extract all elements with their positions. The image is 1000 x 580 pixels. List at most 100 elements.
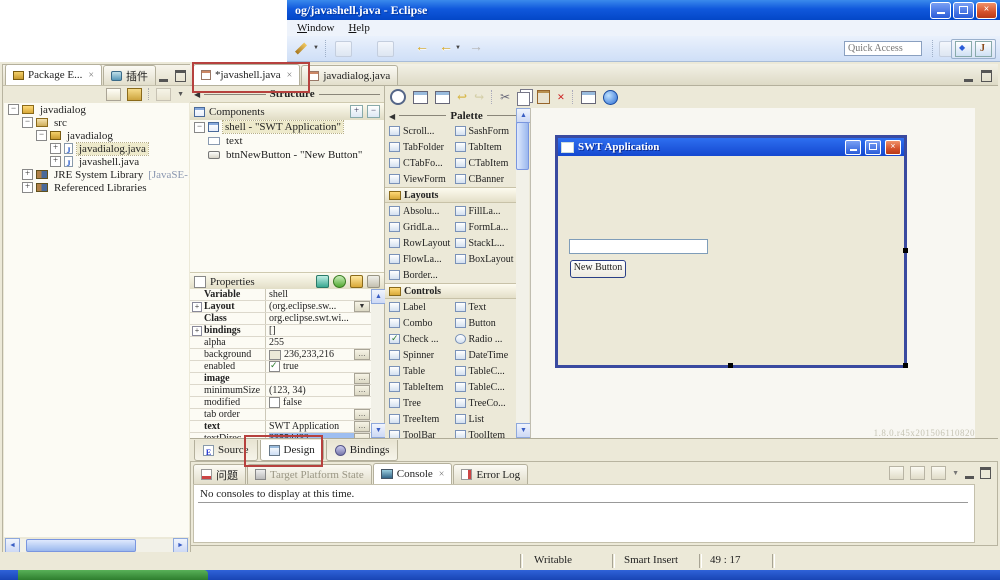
property-row[interactable]: enabled true <box>190 361 371 373</box>
tab-package-explorer[interactable]: Package E... × <box>5 64 102 85</box>
scroll-down-icon[interactable]: ▼ <box>371 423 386 438</box>
palette-item[interactable]: Radio ... <box>451 334 517 345</box>
swt-shell-preview[interactable]: SWT Application × New Button <box>555 135 907 368</box>
collapse-all-icon[interactable] <box>106 88 121 101</box>
palette-item[interactable]: TreeItem <box>385 414 451 425</box>
component-item[interactable]: btnNewButton - "New Button" <box>190 148 384 162</box>
swt-perspective-icon[interactable] <box>955 41 972 57</box>
value-editor-button[interactable]: … <box>354 385 370 396</box>
close-window-icon[interactable]: × <box>976 2 997 19</box>
close-view-icon[interactable]: × <box>88 70 94 81</box>
property-value-cell[interactable]: … <box>266 373 371 384</box>
java-perspective-icon[interactable] <box>975 41 992 57</box>
console-view-tab[interactable]: Error Log <box>453 464 528 484</box>
editor-page-tab[interactable]: Source <box>194 440 258 461</box>
horizontal-scrollbar[interactable]: ◄ ► <box>5 539 188 552</box>
property-row[interactable]: background 236,233,216 … <box>190 349 371 361</box>
text-widget[interactable] <box>569 239 708 254</box>
palette-item[interactable]: Check ... <box>385 334 451 345</box>
palette-item[interactable]: BoxLayout <box>451 254 517 265</box>
property-expander-icon[interactable]: + <box>192 302 202 312</box>
property-value-cell[interactable]: true <box>266 361 371 372</box>
scroll-up-icon[interactable]: ▲ <box>516 108 531 123</box>
palette-item[interactable]: Controls <box>385 283 516 299</box>
palette-item[interactable]: ToolBar <box>385 430 451 439</box>
resize-handle-corner[interactable] <box>903 363 908 368</box>
palette-item[interactable]: TableItem <box>385 382 451 393</box>
palette-item[interactable]: Button <box>451 318 517 329</box>
view-menu-icon[interactable]: ▼ <box>177 90 184 98</box>
preview-window-icon[interactable] <box>435 91 450 104</box>
palette-scrollbar[interactable]: ▲ ▼ <box>516 108 529 438</box>
test-window-icon[interactable] <box>413 91 428 104</box>
value-editor-button[interactable]: ▼ <box>354 301 370 312</box>
copy-icon[interactable] <box>517 92 530 106</box>
shell-minimize-icon[interactable] <box>845 140 861 155</box>
maximize-view-icon[interactable] <box>175 70 186 82</box>
palette-item[interactable]: GridLa... <box>385 222 451 233</box>
close-editor-icon[interactable]: × <box>287 70 293 81</box>
delete-icon[interactable]: × <box>557 89 564 105</box>
resize-handle-bottom[interactable] <box>728 363 733 368</box>
property-row[interactable]: Class org.eclipse.swt.wi... <box>190 313 371 325</box>
tree-expander-icon[interactable]: + <box>22 182 33 193</box>
palette-item[interactable]: CTabItem <box>451 158 517 169</box>
property-value-cell[interactable]: (123, 34) … <box>266 385 371 396</box>
menu-window[interactable]: Window <box>297 22 334 34</box>
palette-item[interactable]: Tree <box>385 398 451 409</box>
taskbar-button[interactable] <box>18 570 208 580</box>
palette-item[interactable]: FillLa... <box>451 206 517 217</box>
show-advanced-properties-icon[interactable] <box>367 275 380 288</box>
palette-item[interactable]: CBanner <box>451 174 517 185</box>
tree-item[interactable]: − src <box>4 116 189 129</box>
convert-icon[interactable] <box>350 275 363 288</box>
properties-scrollbar[interactable]: ▲ ▼ <box>371 289 384 438</box>
new-button-widget[interactable]: New Button <box>570 260 626 278</box>
scroll-down-icon[interactable]: ▼ <box>516 423 531 438</box>
property-value-cell[interactable]: 236,233,216 … <box>266 349 371 360</box>
cut-icon[interactable]: ✂ <box>500 90 510 105</box>
undo-icon[interactable]: ↩ <box>457 90 467 105</box>
tree-item[interactable]: + JRE System Library [JavaSE-1. <box>4 168 189 181</box>
property-value-cell[interactable]: … <box>266 409 371 420</box>
value-editor-button[interactable]: … <box>354 373 370 384</box>
run-tool-icon[interactable] <box>295 42 307 54</box>
console-view-tab[interactable]: Target Platform State <box>247 464 372 484</box>
value-editor-button[interactable]: … <box>354 421 370 432</box>
externalize-strings-icon[interactable] <box>581 91 596 104</box>
tree-item[interactable]: − javadialog <box>4 103 189 116</box>
property-expander-icon[interactable]: + <box>192 326 202 336</box>
windows-taskbar[interactable] <box>0 570 1000 580</box>
palette-item[interactable]: TableC... <box>451 366 517 377</box>
palette-item[interactable]: Spinner <box>385 350 451 361</box>
tree-item[interactable]: − javadialog <box>4 129 189 142</box>
minimize-editor-icon[interactable] <box>964 70 973 82</box>
palette-item[interactable]: CTabFo... <box>385 158 451 169</box>
tree-expander-icon[interactable]: + <box>50 156 61 167</box>
link-with-editor-icon[interactable] <box>127 88 142 101</box>
close-view-icon[interactable]: × <box>439 469 445 480</box>
property-row[interactable]: Variable shell <box>190 289 371 301</box>
resize-handle-right[interactable] <box>903 248 908 253</box>
palette-item[interactable]: TabItem <box>451 142 517 153</box>
palette-item[interactable]: Absolu... <box>385 206 451 217</box>
paste-icon[interactable] <box>537 90 550 104</box>
palette-item[interactable]: Text <box>451 302 517 313</box>
shell-close-icon[interactable]: × <box>885 140 901 155</box>
tree-expander-icon[interactable]: − <box>8 104 19 115</box>
collapse-all-components-icon[interactable]: − <box>367 105 380 118</box>
tree-item[interactable]: + Referenced Libraries <box>4 181 189 194</box>
minimize-window-icon[interactable] <box>930 2 951 19</box>
property-row[interactable]: tab order … <box>190 409 371 421</box>
property-value-cell[interactable]: false <box>266 397 371 408</box>
display-selected-console-icon[interactable] <box>931 466 946 480</box>
quick-access-input[interactable] <box>844 41 922 56</box>
tree-expander-icon[interactable]: + <box>22 169 33 180</box>
tree-item[interactable]: + javadialog.java <box>4 142 189 155</box>
console-view-tab[interactable]: Console × <box>373 463 453 484</box>
tab-plugins[interactable]: 插件 <box>103 65 156 85</box>
property-row[interactable]: alpha 255 <box>190 337 371 349</box>
shell-titlebar[interactable]: SWT Application × <box>558 138 904 156</box>
console-view-tab[interactable]: 问题 <box>193 464 246 484</box>
focus-on-task-icon[interactable] <box>156 88 171 101</box>
